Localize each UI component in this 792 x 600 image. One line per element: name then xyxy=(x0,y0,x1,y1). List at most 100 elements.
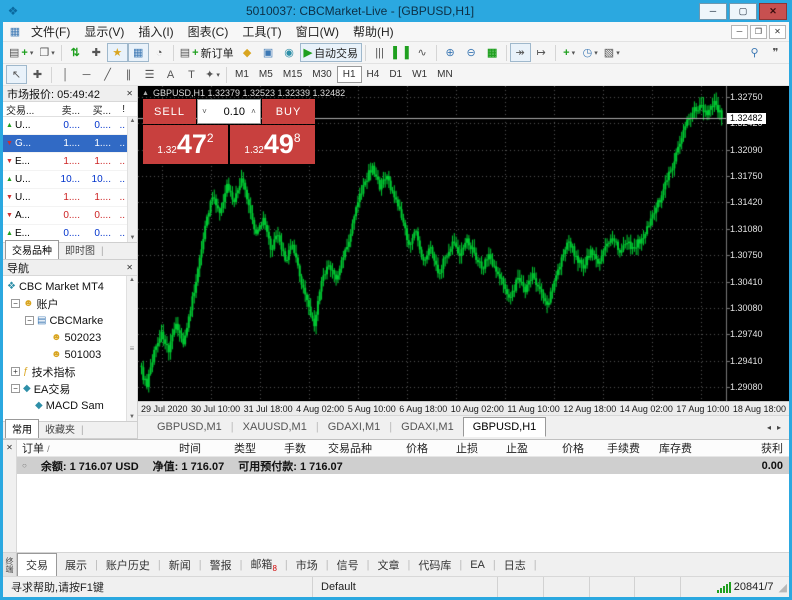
chart-tab[interactable]: GBPUSD,M1 xyxy=(148,418,231,436)
tab-symbols[interactable]: 交易品种 xyxy=(5,240,59,259)
market-watch-scrollbar[interactable]: ▲ ▼ xyxy=(127,117,137,242)
symbol-row-selected[interactable]: ▼G... 1.... 1.... .. xyxy=(3,135,127,153)
strategy-tester-button[interactable]: ◔ xyxy=(149,43,170,62)
timeframe-h1-button[interactable]: H1 xyxy=(337,66,362,83)
timeframe-m5-button[interactable]: M5 xyxy=(254,67,278,82)
symbol-row[interactable]: ▼E... 1.... 1.... .. xyxy=(3,153,127,171)
scroll-up-icon[interactable]: ▲ xyxy=(130,118,136,124)
menu-window[interactable]: 窗口(W) xyxy=(289,21,346,42)
scroll-up-icon[interactable]: ▲ xyxy=(129,277,135,283)
navigator-scrollbar[interactable]: ▲ ≡ ▼ xyxy=(126,276,137,421)
tab-experts[interactable]: EA xyxy=(462,556,493,574)
volume-down-icon[interactable]: ˅ xyxy=(198,107,211,116)
zoom-out-button[interactable]: ⊖ xyxy=(461,43,482,62)
chart[interactable]: ▲ GBPUSD,H1 1.32379 1.32523 1.32339 1.32… xyxy=(138,86,789,415)
nav-item-account[interactable]: ☻ 501003 xyxy=(3,346,126,363)
symbol-row[interactable]: ▲U... 0.... 0.... .. xyxy=(3,117,127,135)
candlestick-button[interactable]: ▌▐ xyxy=(390,43,412,62)
timeframe-m30-button[interactable]: M30 xyxy=(307,67,336,82)
templates-button[interactable]: ▧▾ xyxy=(601,43,623,62)
tab-account-history[interactable]: 账户历史 xyxy=(98,554,158,576)
nav-item-server[interactable]: − ▤ CBCMarke xyxy=(3,312,126,329)
line-chart-button[interactable]: ∿ xyxy=(412,43,433,62)
nav-item-account[interactable]: ☻ 502023 xyxy=(3,329,126,346)
menu-help[interactable]: 帮助(H) xyxy=(346,21,401,42)
new-order-button[interactable]: ▤+新订单 xyxy=(177,43,237,62)
sell-price[interactable]: 1.32 47 2 xyxy=(143,125,228,164)
window-minimize-button[interactable]: ─ xyxy=(699,3,727,20)
tab-articles[interactable]: 文章 xyxy=(369,554,407,576)
nav-item-root[interactable]: ❖ CBC Market MT4 xyxy=(3,278,126,295)
tab-signals[interactable]: 信号 xyxy=(329,554,367,576)
volume-stepper[interactable]: ˅ 0.10 ˄ xyxy=(197,99,261,124)
mdi-close-button[interactable]: ✕ xyxy=(769,25,786,39)
buy-button[interactable]: BUY xyxy=(262,99,315,124)
history-center-button[interactable]: ▣ xyxy=(258,43,279,62)
tab-mailbox[interactable]: 邮箱8 xyxy=(242,553,284,576)
collapse-icon[interactable]: − xyxy=(11,299,20,308)
symbol-row[interactable]: ▼A... 0.... 0.... .. xyxy=(3,207,127,225)
terminal-button[interactable]: ▦ xyxy=(128,43,149,62)
scroll-down-icon[interactable]: ▼ xyxy=(130,235,136,241)
tab-favorites[interactable]: 收藏夹 xyxy=(39,420,81,438)
profiles-button[interactable]: ❐▾ xyxy=(36,43,57,62)
window-maximize-button[interactable]: ▢ xyxy=(729,3,757,20)
volume-up-icon[interactable]: ˄ xyxy=(247,107,260,116)
volume-value[interactable]: 0.10 xyxy=(211,106,247,118)
cursor-button[interactable]: ↖ xyxy=(6,65,27,84)
nav-item-accounts[interactable]: − ☻ 账户 xyxy=(3,295,126,312)
symbol-row[interactable]: ▼U... 1.... 1.... .. xyxy=(3,189,127,207)
channel-button[interactable]: ∥ xyxy=(118,65,139,84)
arrows-button[interactable]: ✦▾ xyxy=(202,65,223,84)
periods-button[interactable]: ◷▾ xyxy=(580,43,601,62)
tab-common[interactable]: 常用 xyxy=(5,419,39,438)
tab-journal[interactable]: 日志 xyxy=(496,554,534,576)
menu-file[interactable]: 文件(F) xyxy=(24,21,77,42)
collapse-icon[interactable]: − xyxy=(25,316,34,325)
tab-news[interactable]: 新闻 xyxy=(161,554,199,576)
nav-item-macd-sample[interactable]: ◆ MACD Sam xyxy=(3,397,126,414)
crosshair-button[interactable]: ✚ xyxy=(27,65,48,84)
timeframe-d1-button[interactable]: D1 xyxy=(384,67,407,82)
tab-scroll-left-icon[interactable]: ◂ xyxy=(767,423,771,432)
resize-grip-icon[interactable]: ◢ xyxy=(779,581,787,594)
timeframe-m1-button[interactable]: M1 xyxy=(230,67,254,82)
terminal-close-icon[interactable]: ✕ xyxy=(6,443,13,452)
window-close-button[interactable]: ✕ xyxy=(759,3,787,20)
close-icon[interactable]: ✕ xyxy=(126,263,133,272)
chart-tab[interactable]: GDAXI,M1 xyxy=(392,418,463,436)
status-profile[interactable]: Default xyxy=(313,577,498,597)
menu-insert[interactable]: 插入(I) xyxy=(131,21,180,42)
timeframe-w1-button[interactable]: W1 xyxy=(407,67,432,82)
navigator-button[interactable]: ★ xyxy=(107,43,128,62)
bar-chart-button[interactable]: ||| xyxy=(369,43,390,62)
menu-view[interactable]: 显示(V) xyxy=(77,21,131,42)
timeframe-h4-button[interactable]: H4 xyxy=(362,67,385,82)
metaeditor-button[interactable]: ◆ xyxy=(237,43,258,62)
symbol-row[interactable]: ▲U... 10... 10... .. xyxy=(3,171,127,189)
nav-item-indicators[interactable]: + ƒ 技术指标 xyxy=(3,363,126,380)
sell-button[interactable]: SELL xyxy=(143,99,196,124)
menu-tools[interactable]: 工具(T) xyxy=(235,21,288,42)
tab-market[interactable]: 市场 xyxy=(288,554,326,576)
buy-price[interactable]: 1.32 49 8 xyxy=(230,125,315,164)
autotrading-button[interactable]: ▶自动交易 xyxy=(300,43,362,62)
tab-alerts[interactable]: 警报 xyxy=(202,554,240,576)
text-button[interactable]: A xyxy=(160,65,181,84)
timeframe-mn-button[interactable]: MN xyxy=(432,67,458,82)
scroll-down-icon[interactable]: ▼ xyxy=(129,414,135,420)
nav-item-expert-advisors[interactable]: − ◆ EA交易 xyxy=(3,380,126,397)
tab-code-base[interactable]: 代码库 xyxy=(410,554,459,576)
new-chart-button[interactable]: ▤+▾ xyxy=(6,43,36,62)
mdi-minimize-button[interactable]: ─ xyxy=(731,25,748,39)
trendline-button[interactable]: ╱ xyxy=(97,65,118,84)
fibonacci-button[interactable]: ☰ xyxy=(139,65,160,84)
tile-windows-button[interactable]: ▦ xyxy=(482,43,503,62)
zoom-in-button[interactable]: ⊕ xyxy=(440,43,461,62)
terminal-vertical-tab[interactable]: 终端 xyxy=(3,553,17,576)
market-watch-button[interactable]: ⇅ xyxy=(65,43,86,62)
text-label-button[interactable]: T xyxy=(181,65,202,84)
collapse-icon[interactable]: − xyxy=(11,384,20,393)
data-window-button[interactable]: ✚ xyxy=(86,43,107,62)
tab-exposure[interactable]: 展示 xyxy=(57,554,95,576)
